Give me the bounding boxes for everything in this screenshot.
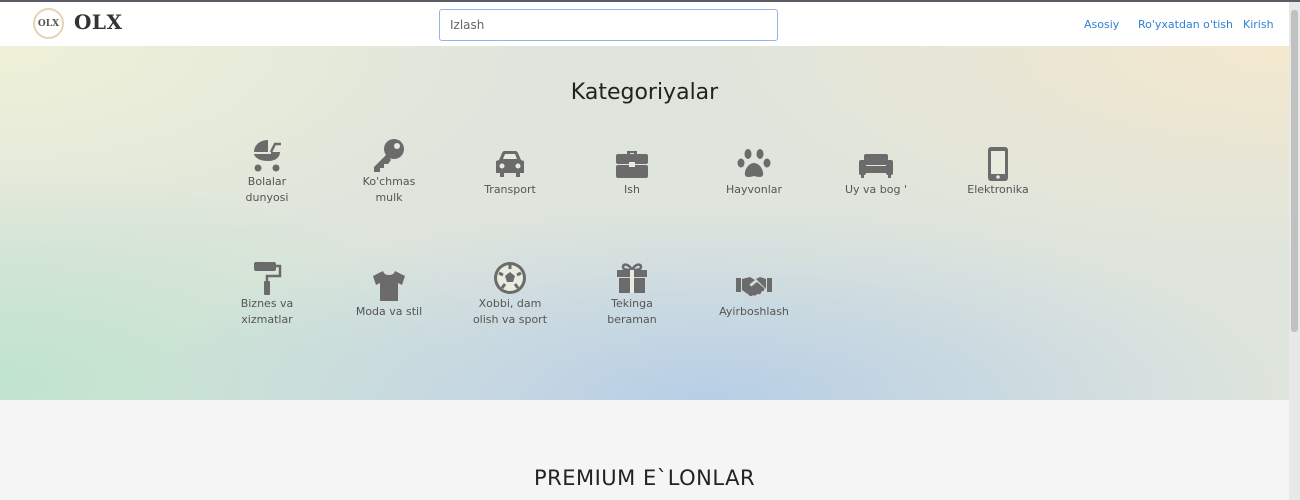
category-electronics[interactable]: Elektronika: [943, 146, 1053, 198]
category-hobby-sport[interactable]: Xobbi, dam olish va sport: [455, 260, 565, 328]
mobile-phone-icon: [988, 147, 1008, 181]
category-free[interactable]: Tekinga beraman: [577, 260, 687, 328]
category-label: Moda va stil: [355, 305, 423, 318]
category-label-line1: Ko'chmas: [362, 175, 416, 188]
tshirt-icon: [373, 271, 405, 301]
category-label: Hayvonlar: [725, 183, 783, 196]
baby-carriage-icon: [254, 140, 281, 172]
sofa-icon: [859, 154, 893, 178]
paint-roller-icon: [254, 262, 282, 295]
category-home-garden[interactable]: Uy va bog ': [821, 146, 931, 198]
nav-link-home[interactable]: Asosiy: [1084, 18, 1119, 31]
category-label: Ish: [624, 183, 640, 196]
category-label-line2: olish va sport: [472, 313, 548, 326]
logo-text[interactable]: OLX: [74, 10, 123, 34]
category-children[interactable]: Bolalar dunyosi: [212, 138, 322, 206]
category-jobs[interactable]: Ish: [577, 146, 687, 198]
car-icon: [496, 151, 524, 177]
category-label: Uy va bog ': [844, 183, 908, 196]
nav-link-register[interactable]: Ro'yxatdan o'tish: [1138, 18, 1233, 31]
category-label-line1: Bolalar: [247, 175, 287, 188]
category-real-estate[interactable]: Ko'chmas mulk: [334, 138, 444, 206]
search-input[interactable]: [439, 9, 778, 41]
category-fashion[interactable]: Moda va stil: [334, 268, 444, 320]
category-label: Ayirboshlash: [719, 305, 789, 318]
category-label-line1: Xobbi, dam: [478, 297, 542, 310]
premium-ads-title: PREMIUM E`LONLAR: [533, 466, 756, 490]
category-label-line1: Tekinga: [611, 297, 653, 310]
category-label-line1: Biznes va: [240, 297, 294, 310]
categories-title: Kategoriyalar: [570, 80, 719, 105]
key-icon: [374, 139, 404, 172]
gift-icon: [617, 263, 647, 293]
logo-badge-text: OLX: [37, 18, 60, 29]
nav-link-login[interactable]: Kirish: [1243, 18, 1274, 31]
scrollbar-thumb[interactable]: [1291, 10, 1298, 332]
handshake-icon: [736, 277, 772, 297]
category-label-line2: dunyosi: [245, 191, 289, 204]
logo-badge[interactable]: OLX: [33, 8, 64, 39]
category-animals[interactable]: Hayvonlar: [699, 146, 809, 198]
category-label-line2: mulk: [375, 191, 403, 204]
category-label-line2: xizmatlar: [241, 313, 293, 326]
category-transport[interactable]: Transport: [455, 146, 565, 198]
category-exchange[interactable]: Ayirboshlash: [699, 268, 809, 320]
category-label: Transport: [484, 183, 536, 196]
briefcase-icon: [616, 151, 648, 178]
category-label-line2: beraman: [607, 313, 657, 326]
category-business[interactable]: Biznes va xizmatlar: [212, 260, 322, 328]
categories-hero: Kategoriyalar Bolalar dunyosi Ko'chmas m…: [0, 46, 1289, 400]
navbar: OLX OLX Asosiy Ro'yxatdan o'tish Kirish: [0, 2, 1289, 46]
category-label: Elektronika: [967, 183, 1029, 196]
soccer-ball-icon: [494, 262, 526, 294]
paw-icon: [737, 149, 771, 177]
